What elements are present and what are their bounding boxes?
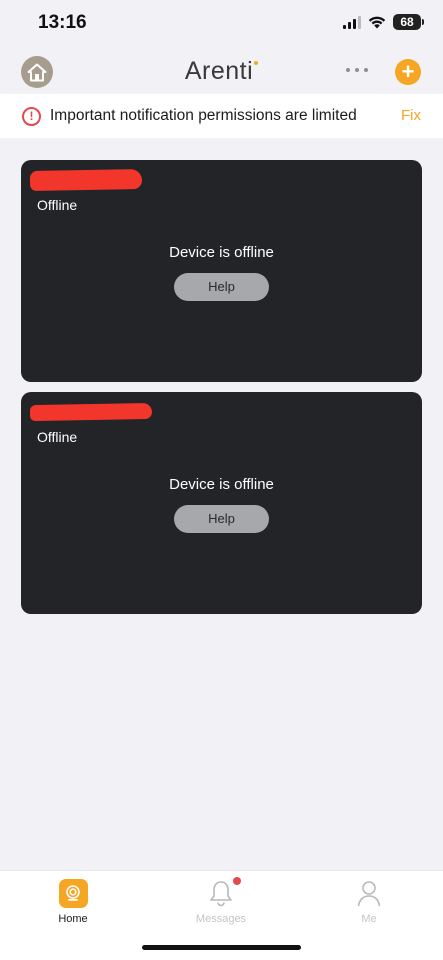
status-time: 13:16 xyxy=(38,12,87,33)
home-indicator xyxy=(142,945,301,950)
cellular-signal-icon xyxy=(343,15,361,29)
camera-icon xyxy=(58,878,88,908)
help-button[interactable]: Help xyxy=(174,505,269,533)
device-card[interactable]: Offline Device is offline Help xyxy=(21,160,422,382)
device-status: Offline xyxy=(37,429,78,445)
status-bar: 13:16 68 xyxy=(0,0,443,48)
tab-label: Messages xyxy=(195,913,247,925)
tab-me[interactable]: Me xyxy=(324,877,414,925)
tab-home[interactable]: Home xyxy=(28,877,118,925)
fix-link[interactable]: Fix xyxy=(401,107,421,124)
unread-badge xyxy=(233,877,241,885)
battery-indicator: 68 xyxy=(393,14,424,30)
device-status: Offline xyxy=(37,197,78,213)
alert-circle-icon: ! xyxy=(22,106,41,126)
add-device-button[interactable]: + xyxy=(395,59,421,85)
tab-messages[interactable]: Messages xyxy=(176,877,266,925)
help-button[interactable]: Help xyxy=(174,273,269,301)
notification-permission-banner: ! Important notification permissions are… xyxy=(0,94,443,138)
device-name-redacted xyxy=(29,169,143,191)
device-name-redacted xyxy=(29,402,153,422)
tab-label: Home xyxy=(58,913,88,925)
status-indicators: 68 xyxy=(343,14,424,30)
device-card[interactable]: Offline Device is offline Help xyxy=(21,392,422,614)
app-header: Arenti + xyxy=(0,48,443,94)
offline-message: Device is offline xyxy=(169,476,274,493)
offline-message: Device is offline xyxy=(169,244,274,261)
notice-text: Important notification permissions are l… xyxy=(50,107,357,124)
wifi-icon xyxy=(368,16,386,28)
brand-dot xyxy=(254,61,259,65)
more-dots-icon[interactable] xyxy=(346,68,368,72)
tab-label: Me xyxy=(361,913,377,925)
brand-logo: Arenti xyxy=(0,57,443,86)
person-icon xyxy=(357,881,381,907)
bell-icon xyxy=(210,881,232,907)
brand-name: Arenti xyxy=(184,57,254,85)
